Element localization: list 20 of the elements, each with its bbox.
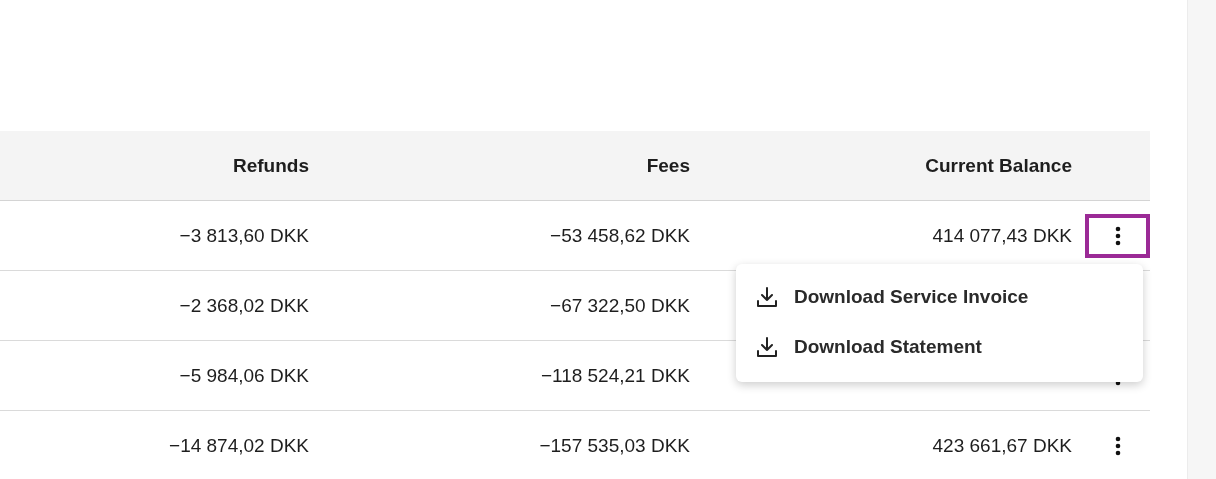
table-cell-text: −118 524,21 DKK — [539, 364, 691, 387]
table-cell-text: −53 458,62 DKK — [549, 224, 691, 247]
column-header: Fees — [645, 154, 691, 177]
menu-item[interactable]: Download Statement — [736, 322, 1143, 372]
column-header: Current Balance — [924, 154, 1073, 177]
table-cell-text: −5 984,06 DKK — [178, 364, 310, 387]
menu-item[interactable]: Download Service Invoice — [736, 272, 1143, 322]
table-cell-text: −67 322,50 DKK — [549, 294, 691, 317]
table-cell-text: 423 661,67 DKK — [931, 434, 1073, 457]
table-cell-text: −14 874,02 DKK — [168, 434, 310, 457]
download-icon — [756, 286, 778, 308]
kebab-icon — [1114, 225, 1121, 246]
kebab-icon — [1114, 435, 1121, 456]
column-header: Refunds — [232, 154, 310, 177]
download-icon — [756, 336, 778, 358]
table-cell-text: −157 535,03 DKK — [538, 434, 691, 457]
more-button[interactable] — [1085, 213, 1150, 258]
table-cell-text: −3 813,60 DKK — [178, 224, 310, 247]
table-cell-text: 414 077,43 DKK — [931, 224, 1073, 247]
table-cell-text: −2 368,02 DKK — [178, 294, 310, 317]
